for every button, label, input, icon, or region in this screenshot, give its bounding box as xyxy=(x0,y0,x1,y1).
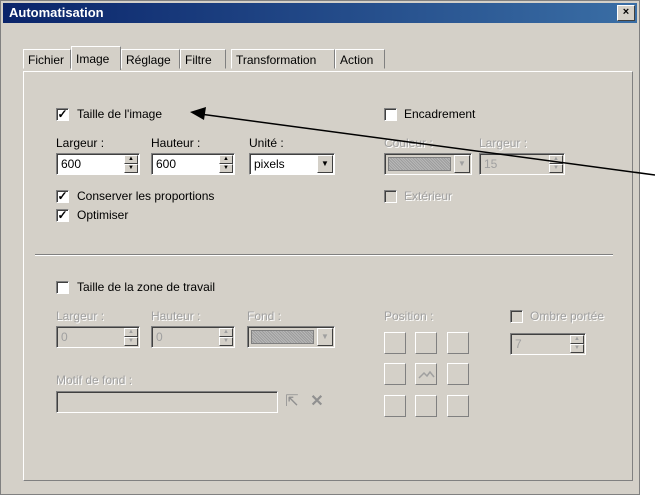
frame-width-up-arrow-icon[interactable]: ▲ xyxy=(549,155,563,164)
canvas-height-value: 0 xyxy=(156,330,163,344)
section-divider xyxy=(35,254,613,256)
frame-width-label: Largeur : xyxy=(479,136,528,150)
tab-fichier[interactable]: Fichier xyxy=(23,49,71,69)
tab-filtre[interactable]: Filtre xyxy=(180,49,226,69)
frame-checkbox[interactable] xyxy=(384,108,397,121)
title-bar[interactable]: Automatisation × xyxy=(3,3,637,23)
canvas-background-label: Fond : xyxy=(247,309,282,323)
pattern-input[interactable] xyxy=(56,391,278,413)
unit-label: Unité : xyxy=(249,136,284,150)
image-tab-panel xyxy=(23,71,633,481)
frame-width-value: 15 xyxy=(484,157,498,171)
window-title: Automatisation xyxy=(9,5,104,20)
automation-dialog: Automatisation × Fichier Image Réglage F… xyxy=(0,0,640,495)
position-bottom-left[interactable] xyxy=(384,395,406,417)
drop-shadow-up-arrow-icon[interactable]: ▲ xyxy=(570,335,584,344)
canvas-height-down-arrow-icon[interactable]: ▼ xyxy=(219,337,233,346)
canvas-background-select[interactable]: ▼ xyxy=(247,326,335,348)
canvas-width-value: 0 xyxy=(61,330,68,344)
width-label: Largeur : xyxy=(56,136,105,150)
height-label: Hauteur : xyxy=(151,136,201,150)
frame-color-label: Couleur : xyxy=(384,136,433,150)
height-up-arrow-icon[interactable]: ▲ xyxy=(219,155,233,164)
position-bottom-right[interactable] xyxy=(447,395,469,417)
drop-shadow-down-arrow-icon[interactable]: ▼ xyxy=(570,344,584,353)
height-value: 600 xyxy=(156,157,177,171)
tab-action[interactable]: Action xyxy=(335,49,385,69)
frame-width-spinbox[interactable]: 15 ▲ ▼ xyxy=(479,153,565,175)
delete-icon[interactable]: ✕ xyxy=(307,392,327,412)
drop-shadow-spinbox[interactable]: 7 ▲ ▼ xyxy=(510,333,586,355)
canvas-background-swatch xyxy=(251,330,314,344)
frame-width-down-arrow-icon[interactable]: ▼ xyxy=(549,164,563,173)
canvas-height-label: Hauteur : xyxy=(151,309,201,323)
width-value: 600 xyxy=(61,157,82,171)
frame-outside-checkbox[interactable] xyxy=(384,190,397,203)
drop-shadow-value: 7 xyxy=(515,337,522,351)
canvas-width-down-arrow-icon[interactable]: ▼ xyxy=(124,337,138,346)
landscape-icon xyxy=(418,370,435,379)
position-top-left[interactable] xyxy=(384,332,406,354)
frame-outside-label: Extérieur xyxy=(404,189,453,203)
pattern-label: Motif de fond : xyxy=(56,373,133,387)
canvas-height-spinbox[interactable]: 0 ▲ ▼ xyxy=(151,326,235,348)
image-size-checkbox[interactable]: ✓ xyxy=(56,108,69,121)
close-button[interactable]: × xyxy=(617,5,635,21)
height-spinbox[interactable]: 600 ▲ ▼ xyxy=(151,153,235,175)
keep-proportions-label: Conserver les proportions xyxy=(77,189,215,203)
canvas-width-label: Largeur : xyxy=(56,309,105,323)
position-middle-right[interactable] xyxy=(447,363,469,385)
image-size-label: Taille de l'image xyxy=(77,107,163,121)
frame-color-select[interactable]: ▼ xyxy=(384,153,472,175)
canvas-width-spinbox[interactable]: 0 ▲ ▼ xyxy=(56,326,140,348)
width-down-arrow-icon[interactable]: ▼ xyxy=(124,164,138,173)
optimize-checkbox[interactable]: ✓ xyxy=(56,209,69,222)
position-top-center[interactable] xyxy=(415,332,437,354)
position-label: Position : xyxy=(384,309,434,323)
frame-label: Encadrement xyxy=(404,107,476,121)
canvas-size-checkbox[interactable] xyxy=(56,281,69,294)
keep-proportions-checkbox[interactable]: ✓ xyxy=(56,190,69,203)
canvas-size-label: Taille de la zone de travail xyxy=(77,280,216,294)
unit-dropdown-arrow-icon[interactable]: ▼ xyxy=(317,155,333,173)
position-middle-left[interactable] xyxy=(384,363,406,385)
drop-shadow-checkbox[interactable] xyxy=(510,310,523,323)
position-center[interactable] xyxy=(415,363,437,385)
height-down-arrow-icon[interactable]: ▼ xyxy=(219,164,233,173)
canvas-background-dropdown-arrow-icon[interactable]: ▼ xyxy=(317,328,333,346)
canvas-width-up-arrow-icon[interactable]: ▲ xyxy=(124,328,138,337)
drop-shadow-label: Ombre portée xyxy=(530,309,605,323)
position-bottom-center[interactable] xyxy=(415,395,437,417)
optimize-label: Optimiser xyxy=(77,208,129,222)
position-top-right[interactable] xyxy=(447,332,469,354)
unit-select[interactable]: pixels ▼ xyxy=(249,153,335,175)
open-folder-icon[interactable]: ⇱ xyxy=(282,392,302,412)
width-spinbox[interactable]: 600 ▲ ▼ xyxy=(56,153,140,175)
tab-image[interactable]: Image xyxy=(71,46,121,70)
tab-transformation[interactable]: Transformation xyxy=(231,49,335,69)
frame-color-dropdown-arrow-icon[interactable]: ▼ xyxy=(454,155,470,173)
unit-value: pixels xyxy=(254,157,285,171)
tab-reglage[interactable]: Réglage xyxy=(121,49,180,69)
frame-color-swatch xyxy=(388,157,451,171)
canvas-height-up-arrow-icon[interactable]: ▲ xyxy=(219,328,233,337)
width-up-arrow-icon[interactable]: ▲ xyxy=(124,155,138,164)
